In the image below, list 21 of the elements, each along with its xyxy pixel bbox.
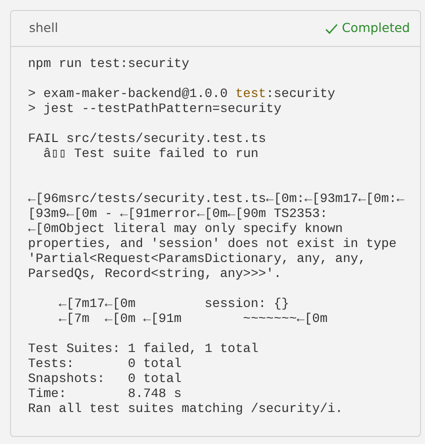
terminal-line: ←[0mObject literal may only specify known — [28, 221, 343, 236]
status-label: Completed — [324, 19, 410, 38]
terminal-line: Test Suites: 1 failed, 1 total — [28, 341, 258, 356]
terminal-line: > jest --testPathPattern=security — [28, 101, 282, 116]
terminal-line: Tests: 0 total — [28, 356, 182, 371]
terminal-line: Time: 8.748 s — [28, 386, 182, 401]
terminal-line: â▯▯ Test suite failed to run — [42, 146, 258, 161]
check-icon — [324, 22, 338, 34]
terminal-line: [93m9←[0m - ←[91merror←[0m←[90m TS2353: — [28, 206, 328, 221]
terminal-line: ←[7m ←[0m ←[91m ~~~~~~~←[0m — [58, 311, 328, 326]
terminal-line: Snapshots: 0 total — [28, 371, 182, 386]
panel-title: shell — [29, 19, 58, 38]
terminal-line: > exam-maker-backend@1.0.0 test:security — [28, 86, 336, 101]
terminal-line: FAIL src/tests/security.test.ts — [28, 131, 266, 146]
terminal-line: Ran all test suites matching /security/i. — [28, 401, 343, 416]
terminal-line: ←[96msrc/tests/security.test.ts←[0m:←[93m17←[0m:← — [28, 191, 404, 206]
terminal-line: npm run test:security — [28, 56, 190, 71]
terminal-line: ←[7m17←[0m session: {} — [58, 296, 290, 311]
terminal-line: properties, and 'session' does not exist in type — [28, 236, 397, 251]
terminal-line: 'Partial<Request<ParamsDictionary, any, any, — [28, 251, 366, 266]
terminal-line: ParsedQs, Record<string, any>>>'. — [28, 266, 282, 281]
